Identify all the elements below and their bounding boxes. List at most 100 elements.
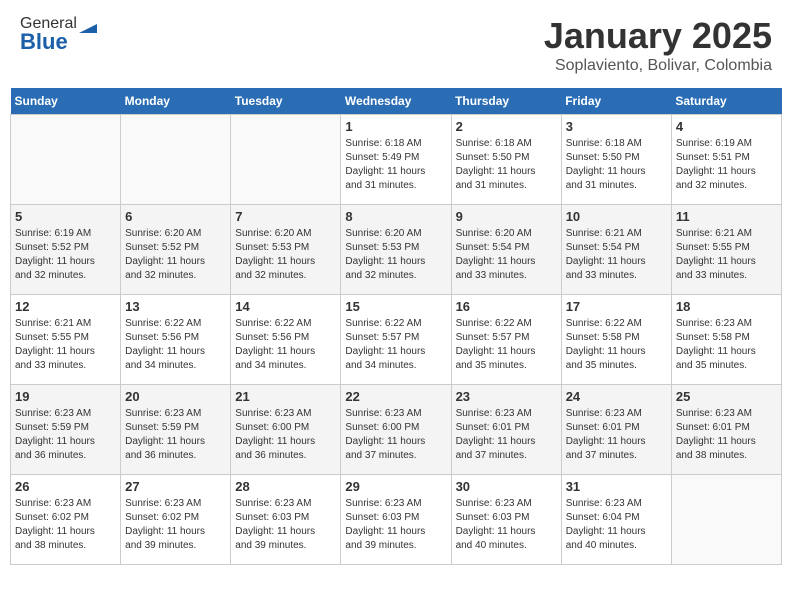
day-number: 13 bbox=[125, 299, 226, 314]
day-number: 18 bbox=[676, 299, 777, 314]
calendar-cell: 29Sunrise: 6:23 AM Sunset: 6:03 PM Dayli… bbox=[341, 475, 451, 565]
weekday-header-wednesday: Wednesday bbox=[341, 88, 451, 115]
calendar-cell: 16 Sunrise: 6:22 AM Sunset: 5:57 PM Dayli… bbox=[451, 295, 561, 385]
day-info: Sunrise: 6:19 AM Sunset: 5:52 PM Dayligh… bbox=[15, 227, 116, 283]
day-number: 19 bbox=[15, 389, 116, 404]
day-number: 27 bbox=[125, 479, 226, 494]
calendar-cell: 24Sunrise: 6:23 AM Sunset: 6:01 PM Dayli… bbox=[561, 385, 671, 475]
day-number: 30 bbox=[456, 479, 557, 494]
weekday-header-monday: Monday bbox=[121, 88, 231, 115]
day-number: 9 bbox=[456, 209, 557, 224]
weekday-header-tuesday: Tuesday bbox=[231, 88, 341, 115]
day-info: Sunrise: 6:22 AM Sunset: 5:57 PM Dayligh… bbox=[345, 317, 446, 373]
calendar-week-row: 1Sunrise: 6:18 AM Sunset: 5:49 PM Daylig… bbox=[11, 115, 782, 205]
page-header: General Blue January 2025 Soplaviento, B… bbox=[10, 10, 782, 80]
day-info: Sunrise: 6:18 AM Sunset: 5:50 PM Dayligh… bbox=[566, 137, 667, 193]
day-number: 25 bbox=[676, 389, 777, 404]
calendar-week-row: 26 Sunrise: 6:23 AM Sunset: 6:02 PM Dayli… bbox=[11, 475, 782, 565]
calendar-cell: 1Sunrise: 6:18 AM Sunset: 5:49 PM Daylig… bbox=[341, 115, 451, 205]
weekday-header-sunday: Sunday bbox=[11, 88, 121, 115]
calendar-cell: 22 Sunrise: 6:23 AM Sunset: 6:00 PM Dayli… bbox=[341, 385, 451, 475]
day-info: Sunrise: 6:18 AM Sunset: 5:50 PM Dayligh… bbox=[456, 137, 557, 193]
day-info: Sunrise: 6:20 AM Sunset: 5:53 PM Dayligh… bbox=[345, 227, 446, 283]
calendar-cell: 10Sunrise: 6:21 AM Sunset: 5:54 PM Dayli… bbox=[561, 205, 671, 295]
weekday-header-row: SundayMondayTuesdayWednesdayThursdayFrid… bbox=[11, 88, 782, 115]
calendar-cell: 27 Sunrise: 6:23 AM Sunset: 6:02 PM Dayli… bbox=[121, 475, 231, 565]
logo: General Blue bbox=[20, 15, 97, 55]
calendar-cell: 14Sunrise: 6:22 AM Sunset: 5:56 PM Dayli… bbox=[231, 295, 341, 385]
day-number: 22 bbox=[345, 389, 446, 404]
day-number: 2 bbox=[456, 119, 557, 134]
calendar-cell: 8 Sunrise: 6:20 AM Sunset: 5:53 PM Daylig… bbox=[341, 205, 451, 295]
day-info: Sunrise: 6:23 AM Sunset: 6:02 PM Dayligh… bbox=[125, 497, 226, 553]
calendar-week-row: 5 Sunrise: 6:19 AM Sunset: 5:52 PM Daylig… bbox=[11, 205, 782, 295]
day-number: 17 bbox=[566, 299, 667, 314]
calendar-cell: 25Sunrise: 6:23 AM Sunset: 6:01 PM Dayli… bbox=[671, 385, 781, 475]
weekday-header-saturday: Saturday bbox=[671, 88, 781, 115]
weekday-header-thursday: Thursday bbox=[451, 88, 561, 115]
day-number: 16 bbox=[456, 299, 557, 314]
day-info: Sunrise: 6:22 AM Sunset: 5:58 PM Dayligh… bbox=[566, 317, 667, 373]
day-info: Sunrise: 6:23 AM Sunset: 6:00 PM Dayligh… bbox=[345, 407, 446, 463]
calendar-cell: 26 Sunrise: 6:23 AM Sunset: 6:02 PM Dayli… bbox=[11, 475, 121, 565]
day-number: 5 bbox=[15, 209, 116, 224]
day-info: Sunrise: 6:23 AM Sunset: 6:02 PM Dayligh… bbox=[15, 497, 116, 553]
calendar-cell: 7 Sunrise: 6:20 AM Sunset: 5:53 PM Daylig… bbox=[231, 205, 341, 295]
calendar-week-row: 19 Sunrise: 6:23 AM Sunset: 5:59 PM Dayli… bbox=[11, 385, 782, 475]
day-info: Sunrise: 6:23 AM Sunset: 6:03 PM Dayligh… bbox=[456, 497, 557, 553]
day-number: 11 bbox=[676, 209, 777, 224]
day-number: 24 bbox=[566, 389, 667, 404]
day-number: 8 bbox=[345, 209, 446, 224]
day-info: Sunrise: 6:23 AM Sunset: 6:04 PM Dayligh… bbox=[566, 497, 667, 553]
day-info: Sunrise: 6:22 AM Sunset: 5:57 PM Dayligh… bbox=[456, 317, 557, 373]
day-number: 12 bbox=[15, 299, 116, 314]
day-info: Sunrise: 6:22 AM Sunset: 5:56 PM Dayligh… bbox=[235, 317, 336, 373]
calendar-cell: 5 Sunrise: 6:19 AM Sunset: 5:52 PM Daylig… bbox=[11, 205, 121, 295]
calendar-cell: 20Sunrise: 6:23 AM Sunset: 5:59 PM Dayli… bbox=[121, 385, 231, 475]
day-number: 10 bbox=[566, 209, 667, 224]
weekday-header-friday: Friday bbox=[561, 88, 671, 115]
day-info: Sunrise: 6:20 AM Sunset: 5:54 PM Dayligh… bbox=[456, 227, 557, 283]
day-number: 29 bbox=[345, 479, 446, 494]
title-section: January 2025 Soplaviento, Bolivar, Colom… bbox=[544, 15, 772, 75]
day-number: 4 bbox=[676, 119, 777, 134]
calendar-cell: 19 Sunrise: 6:23 AM Sunset: 5:59 PM Dayli… bbox=[11, 385, 121, 475]
day-info: Sunrise: 6:23 AM Sunset: 6:01 PM Dayligh… bbox=[456, 407, 557, 463]
day-number: 26 bbox=[15, 479, 116, 494]
calendar-cell: 21Sunrise: 6:23 AM Sunset: 6:00 PM Dayli… bbox=[231, 385, 341, 475]
calendar-cell: 12 Sunrise: 6:21 AM Sunset: 5:55 PM Dayli… bbox=[11, 295, 121, 385]
day-number: 6 bbox=[125, 209, 226, 224]
calendar-cell: 2 Sunrise: 6:18 AM Sunset: 5:50 PM Daylig… bbox=[451, 115, 561, 205]
calendar-cell bbox=[121, 115, 231, 205]
day-number: 1 bbox=[345, 119, 446, 134]
calendar-cell bbox=[671, 475, 781, 565]
calendar-cell: 3Sunrise: 6:18 AM Sunset: 5:50 PM Daylig… bbox=[561, 115, 671, 205]
day-number: 28 bbox=[235, 479, 336, 494]
day-number: 21 bbox=[235, 389, 336, 404]
day-info: Sunrise: 6:23 AM Sunset: 5:59 PM Dayligh… bbox=[15, 407, 116, 463]
calendar-cell: 17 Sunrise: 6:22 AM Sunset: 5:58 PM Dayli… bbox=[561, 295, 671, 385]
logo-arrow-icon bbox=[79, 15, 97, 33]
day-number: 23 bbox=[456, 389, 557, 404]
day-info: Sunrise: 6:19 AM Sunset: 5:51 PM Dayligh… bbox=[676, 137, 777, 193]
calendar-cell: 11 Sunrise: 6:21 AM Sunset: 5:55 PM Dayli… bbox=[671, 205, 781, 295]
calendar-table: SundayMondayTuesdayWednesdayThursdayFrid… bbox=[10, 88, 782, 565]
day-info: Sunrise: 6:20 AM Sunset: 5:52 PM Dayligh… bbox=[125, 227, 226, 283]
day-number: 7 bbox=[235, 209, 336, 224]
calendar-cell bbox=[11, 115, 121, 205]
calendar-cell: 30 Sunrise: 6:23 AM Sunset: 6:03 PM Dayli… bbox=[451, 475, 561, 565]
day-info: Sunrise: 6:23 AM Sunset: 5:58 PM Dayligh… bbox=[676, 317, 777, 373]
location-subtitle: Soplaviento, Bolivar, Colombia bbox=[544, 57, 772, 75]
day-number: 20 bbox=[125, 389, 226, 404]
calendar-cell: 4 Sunrise: 6:19 AM Sunset: 5:51 PM Daylig… bbox=[671, 115, 781, 205]
day-info: Sunrise: 6:21 AM Sunset: 5:55 PM Dayligh… bbox=[676, 227, 777, 283]
calendar-cell: 18 Sunrise: 6:23 AM Sunset: 5:58 PM Dayli… bbox=[671, 295, 781, 385]
day-info: Sunrise: 6:21 AM Sunset: 5:55 PM Dayligh… bbox=[15, 317, 116, 373]
calendar-cell: 23 Sunrise: 6:23 AM Sunset: 6:01 PM Dayli… bbox=[451, 385, 561, 475]
day-info: Sunrise: 6:23 AM Sunset: 6:03 PM Dayligh… bbox=[235, 497, 336, 553]
calendar-cell: 31Sunrise: 6:23 AM Sunset: 6:04 PM Dayli… bbox=[561, 475, 671, 565]
month-title: January 2025 bbox=[544, 15, 772, 57]
calendar-cell: 15Sunrise: 6:22 AM Sunset: 5:57 PM Dayli… bbox=[341, 295, 451, 385]
calendar-cell bbox=[231, 115, 341, 205]
day-info: Sunrise: 6:20 AM Sunset: 5:53 PM Dayligh… bbox=[235, 227, 336, 283]
